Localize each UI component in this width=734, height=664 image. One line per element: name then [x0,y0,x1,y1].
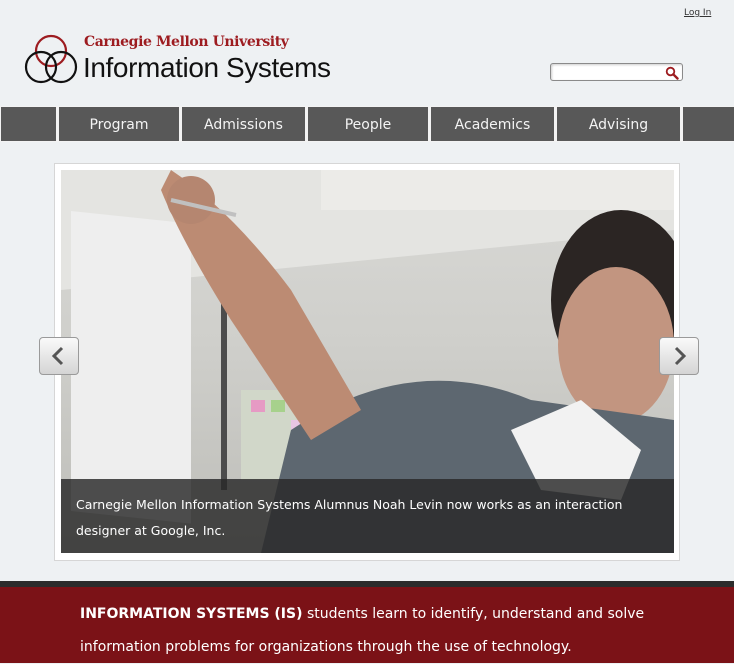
search-input[interactable] [554,65,658,78]
nav-item-admissions[interactable]: Admissions [182,107,305,141]
login-link[interactable]: Log In [684,8,711,18]
prev-slide-button[interactable] [39,337,79,375]
main-nav: Program Admissions People Academics Advi… [0,106,734,142]
search-icon[interactable] [665,65,679,80]
tagline-text: INFORMATION SYSTEMS (IS) students learn … [80,598,700,664]
tagline-emphasis: INFORMATION SYSTEMS (IS) [80,606,303,622]
slide-caption: Carnegie Mellon Information Systems Alum… [61,479,674,553]
nav-item-program[interactable]: Program [59,107,179,141]
chevron-left-icon [51,346,64,366]
search-box [550,63,683,81]
nav-item-people[interactable]: People [308,107,428,141]
department-name: Information Systems [83,52,331,83]
nav-spacer-right [683,107,734,141]
tagline-banner: INFORMATION SYSTEMS (IS) students learn … [0,587,734,663]
next-slide-button[interactable] [659,337,699,375]
university-name: Carnegie Mellon University [84,34,289,50]
nav-item-advising[interactable]: Advising [557,107,680,141]
nav-spacer-left [1,107,56,141]
chevron-right-icon [674,346,687,366]
logo-rings-icon [24,34,78,84]
slide-caption-text: Carnegie Mellon Information Systems Alum… [76,497,623,538]
cmu-is-logo[interactable]: Carnegie Mellon University Information S… [24,32,344,92]
nav-item-academics[interactable]: Academics [431,107,554,141]
